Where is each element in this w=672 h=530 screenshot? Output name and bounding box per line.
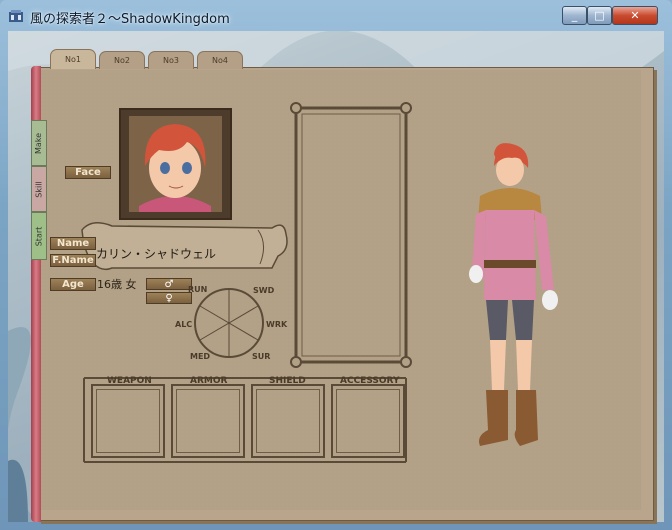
maximize-button[interactable]: □	[587, 6, 612, 25]
stat-med: MED	[190, 352, 211, 361]
portrait	[129, 116, 222, 212]
side-tab-start[interactable]: Start	[31, 212, 47, 260]
fname-button[interactable]: F.Name	[50, 254, 96, 267]
tab-no2[interactable]: No2	[99, 51, 145, 69]
app-icon	[9, 10, 23, 22]
stat-wrk: WRK	[266, 320, 288, 329]
side-tab-make[interactable]: Make	[31, 120, 47, 166]
character-name: カリン・シャドウェル	[96, 247, 217, 261]
age-value: 16歳 女	[97, 278, 137, 291]
stat-run: RUN	[188, 285, 208, 294]
side-tab-skill[interactable]: Skill	[31, 166, 47, 212]
age-button[interactable]: Age	[50, 278, 96, 291]
side-tab-start-label: Start	[34, 226, 44, 246]
side-tab-skill-label: Skill	[34, 180, 44, 198]
game-window: 風の探索者２～ShadowKingdom _ □ ✕ No1 No2 No3 N…	[0, 0, 672, 530]
accessory-slot[interactable]	[331, 384, 405, 458]
window-title: 風の探索者２～ShadowKingdom	[30, 12, 230, 27]
weapon-slot[interactable]	[91, 384, 165, 458]
female-button[interactable]: ♀	[146, 292, 192, 304]
stat-swd: SWD	[253, 286, 275, 295]
side-tab-make-label: Make	[34, 132, 44, 154]
portrait-frame	[119, 108, 232, 220]
male-button[interactable]: ♂	[146, 278, 192, 290]
portrait-image	[129, 116, 222, 212]
name-scroll	[81, 222, 288, 271]
info-panel-frame	[290, 102, 412, 368]
character-illustration	[469, 143, 558, 446]
tab-no4[interactable]: No4	[197, 51, 243, 69]
slot-tabs: No1 No2 No3 No4	[50, 49, 243, 69]
title-bar[interactable]: 風の探索者２～ShadowKingdom _ □ ✕	[0, 0, 672, 32]
armor-slot[interactable]	[171, 384, 245, 458]
minimize-button[interactable]: _	[562, 6, 587, 25]
tab-no3[interactable]: No3	[148, 51, 194, 69]
close-icon: ✕	[630, 9, 640, 22]
stat-sur: SUR	[252, 352, 271, 361]
stat-alc: ALC	[175, 320, 193, 329]
shield-slot[interactable]	[251, 384, 325, 458]
maximize-icon: □	[594, 9, 605, 22]
stat-wheel	[194, 288, 264, 358]
name-button[interactable]: Name	[50, 237, 96, 250]
face-button[interactable]: Face	[65, 166, 111, 179]
minimize-icon: _	[571, 9, 578, 22]
tab-no1[interactable]: No1	[50, 49, 96, 69]
close-button[interactable]: ✕	[612, 6, 658, 25]
